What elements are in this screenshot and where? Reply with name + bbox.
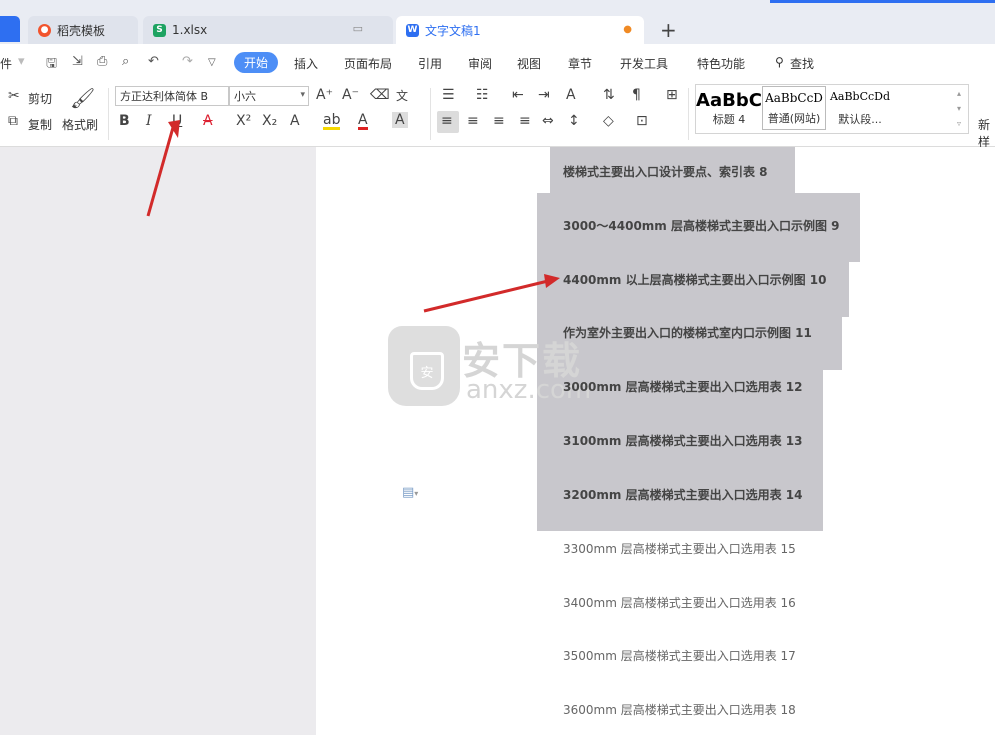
annotation-arrows [146, 120, 560, 313]
arrowhead-icon [544, 274, 560, 288]
arrow-to-font-select [146, 123, 176, 217]
arrow-to-selection [423, 279, 549, 313]
